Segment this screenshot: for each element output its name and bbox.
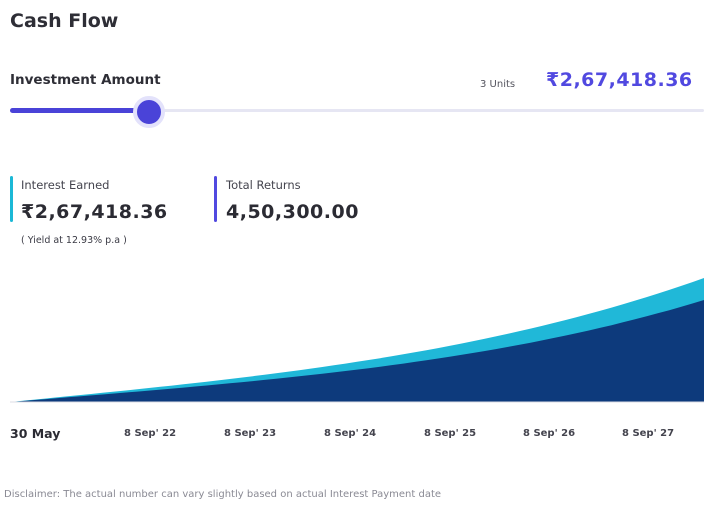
investment-amount-label: Investment Amount — [10, 72, 161, 88]
interest-earned-label: Interest Earned — [21, 178, 110, 192]
cash-flow-chart — [10, 278, 704, 403]
x-label: 8 Sep' 26 — [523, 428, 576, 439]
disclaimer-text: Disclaimer: The actual number can vary s… — [4, 489, 442, 500]
total-returns-value: 4,50,300.00 — [226, 201, 359, 223]
total-returns-label: Total Returns — [226, 178, 301, 192]
total-returns-indicator — [214, 176, 217, 222]
investment-slider-thumb[interactable] — [132, 96, 165, 128]
interest-earned-value: ₹2,67,418.36 — [21, 201, 168, 223]
yield-note: ( Yield at 12.93% p.a ) — [21, 235, 127, 246]
interest-earned-indicator — [10, 176, 13, 222]
x-label: 8 Sep' 25 — [424, 428, 477, 439]
investment-amount-value: ₹2,67,418.36 — [546, 69, 693, 91]
units-label: 3 Units — [480, 79, 516, 90]
x-label: 8 Sep' 23 — [224, 428, 277, 439]
x-label: 8 Sep' 24 — [324, 428, 377, 439]
investment-slider-fill — [10, 108, 149, 113]
x-label-start: 30 May — [10, 426, 61, 441]
x-label: 8 Sep' 27 — [622, 428, 675, 439]
page-title: Cash Flow — [10, 10, 119, 32]
x-label: 8 Sep' 22 — [124, 428, 177, 439]
